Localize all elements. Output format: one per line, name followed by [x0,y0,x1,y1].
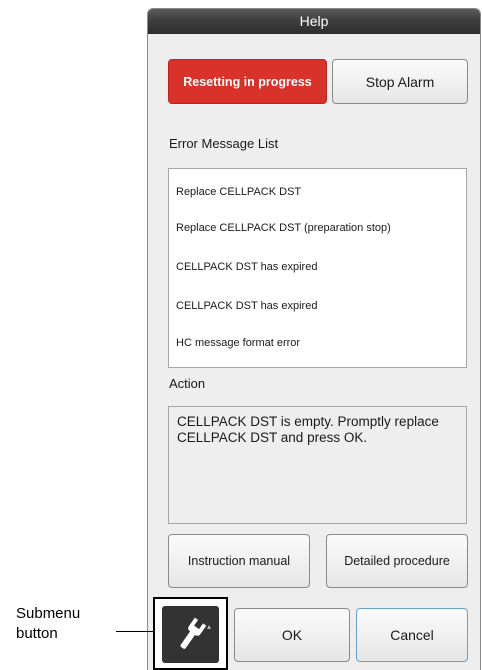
dialog-title: Help [148,9,480,34]
submenu-button[interactable] [162,606,219,663]
detailed-procedure-button[interactable]: Detailed procedure [326,534,468,588]
error-message-list[interactable]: Replace CELLPACK DST Replace CELLPACK DS… [168,168,467,368]
list-item[interactable]: CELLPACK DST has expired [176,300,317,312]
instruction-manual-button[interactable]: Instruction manual [168,534,310,588]
help-dialog: Help Resetting in progress Stop Alarm Er… [147,8,481,670]
list-item[interactable]: CELLPACK DST has expired [176,261,317,273]
resetting-in-progress-button[interactable]: Resetting in progress [168,59,327,104]
wrench-icon [180,617,211,649]
list-item[interactable]: HC message format error [176,337,300,349]
action-text: CELLPACK DST is empty. Promptly replace … [168,406,467,524]
callout-line2: button [16,625,58,642]
submenu-callout: Submenu button [16,604,80,644]
cancel-button[interactable]: Cancel [356,608,468,662]
callout-pointer-line [116,631,153,632]
action-label: Action [169,376,206,391]
list-item[interactable]: Replace CELLPACK DST [176,186,301,198]
error-message-list-label: Error Message List [169,136,279,151]
submenu-button-highlight [153,597,228,670]
stop-alarm-button[interactable]: Stop Alarm [332,59,468,104]
list-item[interactable]: Replace CELLPACK DST (preparation stop) [176,222,391,234]
ok-button[interactable]: OK [234,608,350,662]
callout-line1: Submenu [16,605,81,622]
